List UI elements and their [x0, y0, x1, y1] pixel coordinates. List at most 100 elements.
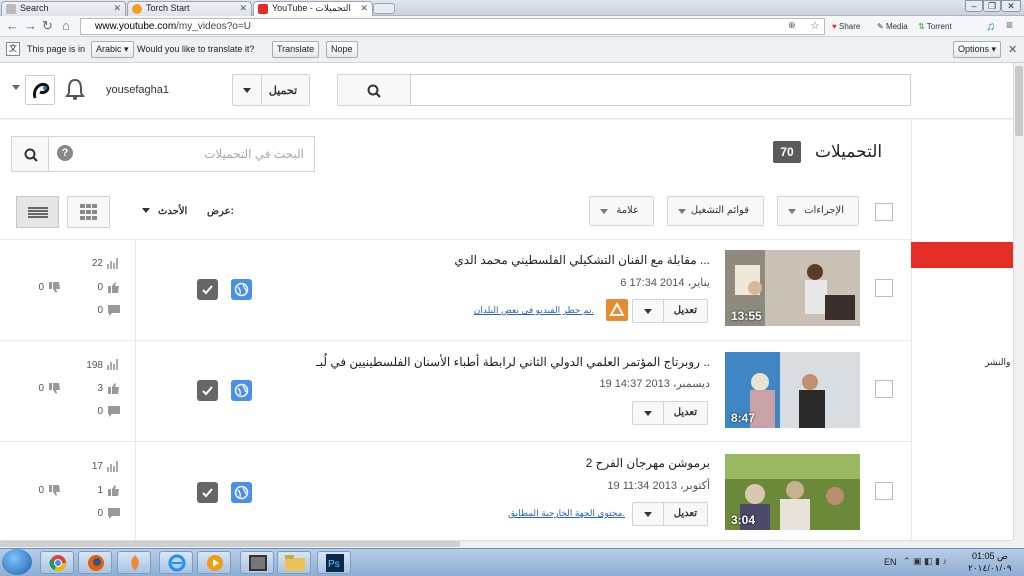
taskbar-chrome-icon[interactable] — [40, 551, 74, 574]
close-icon[interactable]: ✕ — [360, 2, 368, 15]
taskbar-photoshop-icon[interactable]: Ps — [317, 551, 351, 574]
torrent-extension-button[interactable]: ⇅ Torrent — [918, 21, 952, 33]
upload-button[interactable]: تحميل — [232, 74, 310, 106]
video-thumbnail[interactable]: 3:04 — [725, 454, 860, 530]
torrent-icon: ⇅ — [918, 22, 925, 31]
headphones-icon[interactable]: ♫ — [986, 19, 995, 33]
help-icon[interactable]: ? — [57, 145, 73, 161]
language-select[interactable]: Arabic ▾ — [91, 41, 134, 58]
translate-button[interactable]: Translate — [272, 41, 320, 58]
new-tab-button[interactable] — [373, 3, 395, 14]
video-thumbnail[interactable]: 13:55 — [725, 250, 860, 326]
home-icon[interactable]: ⌂ — [62, 19, 70, 33]
edit-button[interactable]: تعديل — [632, 401, 708, 425]
menu-icon[interactable]: ≡ — [1006, 18, 1013, 32]
uploads-search-input[interactable]: البحث في التحميلات — [48, 136, 315, 172]
select-all-checkbox[interactable] — [875, 203, 893, 221]
address-bar[interactable]: www.youtube.com/my_videos?o=U — [80, 18, 825, 35]
language-indicator[interactable]: EN — [884, 557, 897, 567]
scrollbar-thumb[interactable] — [0, 541, 460, 547]
like-count: 1 — [97, 485, 103, 496]
taskbar-media-player-icon[interactable] — [197, 551, 231, 574]
divider — [135, 240, 136, 540]
comment-icon — [108, 305, 120, 316]
clock-date[interactable]: ٢٠١٤/٠١/٠٩ — [968, 563, 1012, 574]
list-view-button[interactable] — [16, 196, 59, 228]
divider — [0, 239, 911, 240]
globe-icon[interactable] — [231, 279, 252, 300]
upload-label: تحميل — [268, 85, 297, 97]
maximize-button[interactable]: ❐ — [983, 0, 1001, 12]
actions-dropdown[interactable]: الإجراءات — [777, 196, 859, 226]
close-window-button[interactable]: ✕ — [1001, 0, 1021, 12]
translate-question: Would you like to translate it? — [137, 44, 255, 54]
reload-icon[interactable]: ↻ — [42, 19, 53, 33]
start-button[interactable] — [2, 549, 32, 575]
checkmark-icon[interactable] — [197, 380, 218, 401]
back-icon[interactable]: ← — [6, 19, 19, 33]
close-icon[interactable]: ✕ — [113, 2, 121, 15]
video-title[interactable]: برموشن مهرجان الفرح 2 — [586, 456, 710, 470]
forward-icon[interactable]: → — [24, 19, 37, 33]
comment-count: 0 — [97, 508, 103, 519]
options-button[interactable]: Options ▾ — [953, 41, 1002, 58]
share-extension-button[interactable]: ♥ Share — [832, 21, 860, 33]
chevron-down-icon[interactable] — [142, 208, 150, 213]
edit-button[interactable]: تعديل — [632, 299, 708, 323]
video-thumbnail[interactable]: 8:47 — [725, 352, 860, 428]
dislike-count: 0 — [38, 383, 44, 394]
bookmark-star-icon[interactable]: ☆ — [810, 19, 820, 32]
list-icon — [28, 207, 48, 218]
dislike-count: 0 — [38, 282, 44, 293]
uploads-search-button[interactable] — [11, 136, 49, 172]
views-bar-icon — [107, 258, 119, 269]
sort-dropdown[interactable]: الأحدث — [158, 206, 187, 217]
globe-icon[interactable] — [231, 380, 252, 401]
video-title[interactable]: مقابلة مع الفنان التشكيلي الفلسطيني محمد… — [454, 253, 710, 267]
edit-button[interactable]: تعديل — [632, 502, 708, 526]
translate-icon: 文 — [6, 42, 20, 56]
content-id-notice-link[interactable]: محتوى الجهة الخارجية المطابق. — [508, 508, 625, 519]
scrollbar-thumb[interactable] — [1015, 66, 1023, 136]
checkmark-icon[interactable] — [197, 482, 218, 503]
comment-count: 0 — [97, 406, 103, 417]
translate-prefix: This page is in — [27, 44, 86, 54]
row-checkbox[interactable] — [875, 482, 893, 500]
taskbar-folder-icon[interactable] — [277, 551, 311, 574]
minimize-button[interactable]: – — [965, 0, 983, 12]
sidebar-item-label[interactable]: والنشر — [985, 357, 1010, 368]
taskbar-torch-icon[interactable] — [117, 551, 151, 574]
avatar[interactable] — [25, 75, 55, 105]
playlists-dropdown[interactable]: قوائم التشغيل — [667, 196, 764, 226]
taskbar-video-editor-icon[interactable] — [240, 551, 274, 574]
close-icon[interactable]: ✕ — [1008, 43, 1017, 56]
checkmark-icon[interactable] — [197, 279, 218, 300]
nope-button[interactable]: Nope — [326, 41, 358, 58]
sidebar-active-item[interactable] — [911, 242, 1013, 268]
browser-tab[interactable]: Torch Start ✕ — [127, 1, 252, 16]
username[interactable]: yousefagha1 — [106, 84, 169, 96]
taskbar-firefox-icon[interactable] — [78, 551, 112, 574]
url-path: /my_videos?o=U — [176, 21, 251, 32]
row-checkbox[interactable] — [875, 380, 893, 398]
grid-view-button[interactable] — [67, 196, 110, 228]
close-icon[interactable]: ✕ — [239, 2, 247, 15]
account-chevron-down-icon[interactable] — [12, 85, 20, 90]
globe-icon[interactable] — [231, 482, 252, 503]
browser-tab[interactable]: Search ✕ — [1, 1, 126, 16]
video-title[interactable]: روبرتاج المؤتمر العلمي الدولي الثاني لرا… — [316, 355, 710, 369]
tag-dropdown[interactable]: علامة — [589, 196, 654, 226]
taskbar-ie-icon[interactable] — [159, 551, 193, 574]
zoom-icon[interactable]: ⊕ — [788, 20, 796, 31]
system-tray-icons[interactable]: ⌃ ▣ ◧ ▮ ♪ — [903, 556, 947, 567]
bell-icon[interactable] — [65, 78, 85, 103]
search-button[interactable] — [337, 74, 411, 106]
row-checkbox[interactable] — [875, 279, 893, 297]
blocked-notice-link[interactable]: تم حظر الفيديو في بعض البلدان. — [474, 305, 594, 316]
browser-tab-active[interactable]: YouTube - التحميلات ✕ — [253, 1, 373, 16]
warning-icon[interactable] — [606, 299, 628, 321]
clock-time[interactable]: 01:05 ص — [972, 551, 1008, 562]
media-extension-button[interactable]: ✎ Media — [877, 21, 908, 33]
search-input[interactable] — [410, 74, 911, 106]
page-title: التحميلات — [815, 142, 883, 161]
